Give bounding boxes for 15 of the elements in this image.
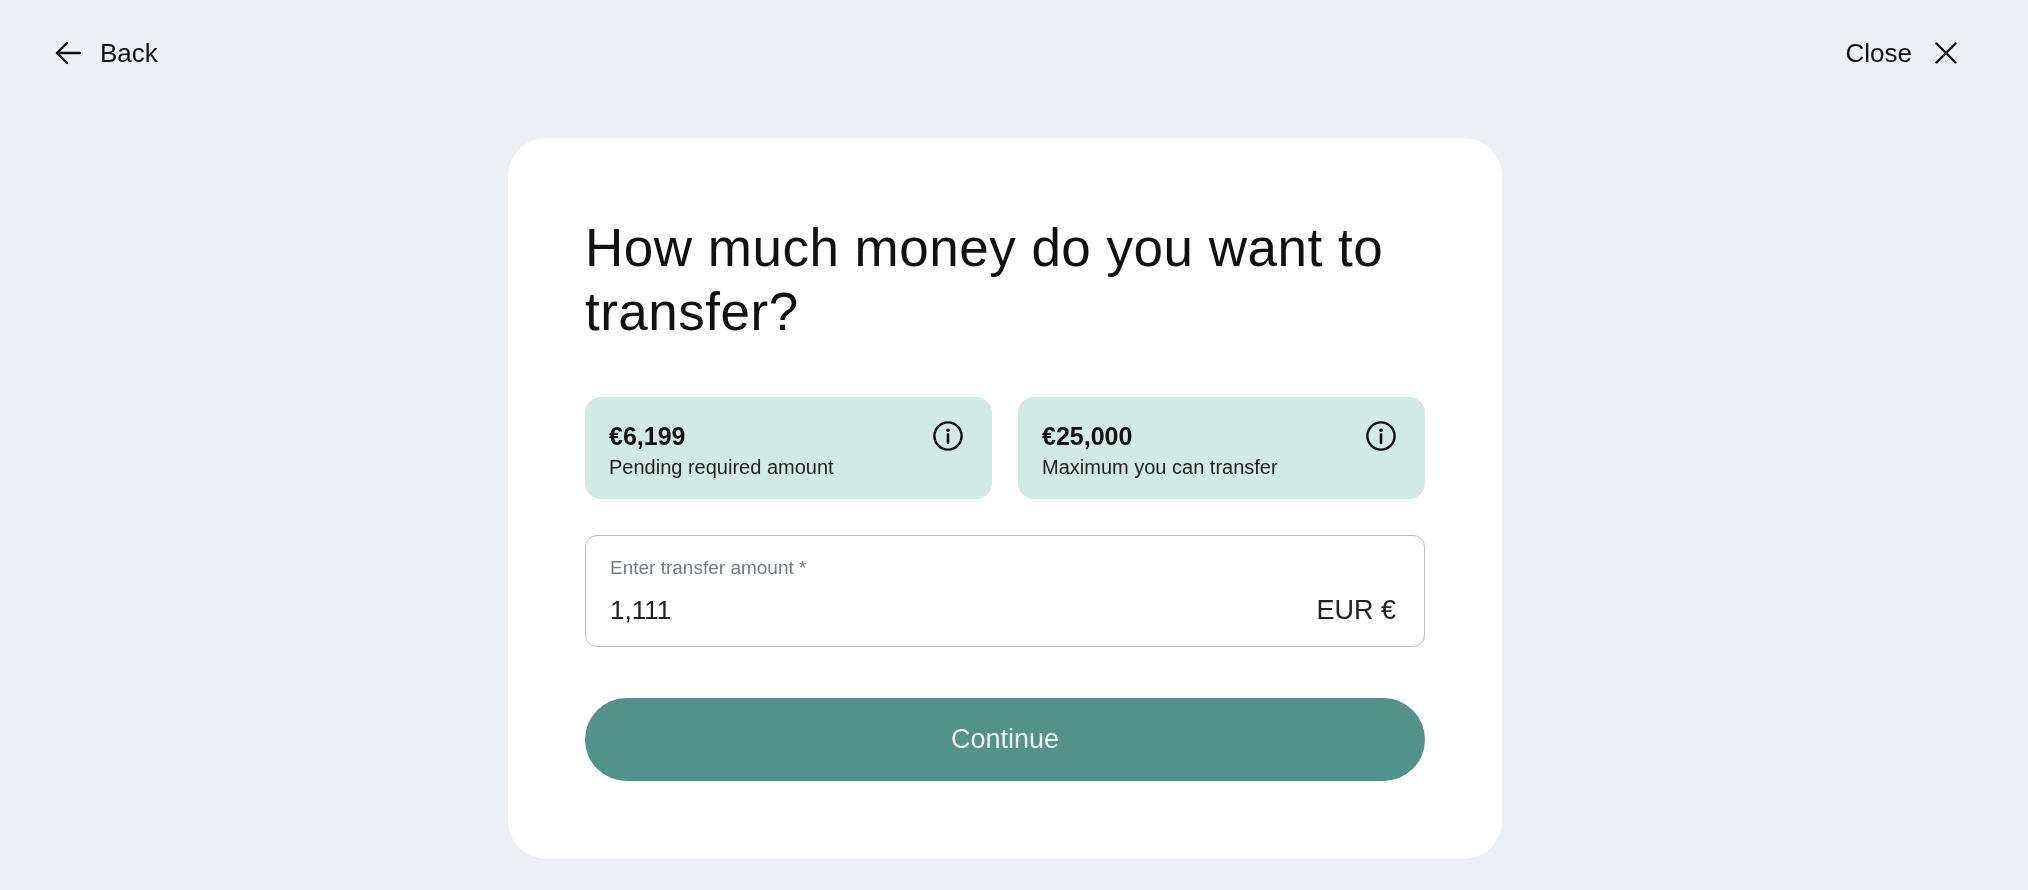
field-label: Enter transfer amount * (610, 556, 808, 580)
currency-label: EUR € (1316, 595, 1396, 625)
info-icon[interactable] (933, 421, 963, 451)
amount-description: Maximum you can transfer (1042, 455, 1278, 480)
amount-text: €6,199 (609, 421, 687, 451)
amount-description: Pending required amount (609, 455, 834, 480)
back-button[interactable]: Back (55, 37, 158, 69)
close-button[interactable]: Close (1845, 37, 1957, 69)
amount-input[interactable]: 1,111 (610, 595, 1301, 625)
arrow-left-icon (55, 41, 81, 65)
page-title: How much money do you want to transfer? (585, 217, 1385, 343)
amount-field[interactable]: Enter transfer amount * 1,111 EUR € (585, 535, 1425, 647)
info-icon[interactable] (1366, 421, 1396, 451)
amount-text: €25,000 (1042, 421, 1134, 451)
close-icon (1935, 42, 1957, 64)
